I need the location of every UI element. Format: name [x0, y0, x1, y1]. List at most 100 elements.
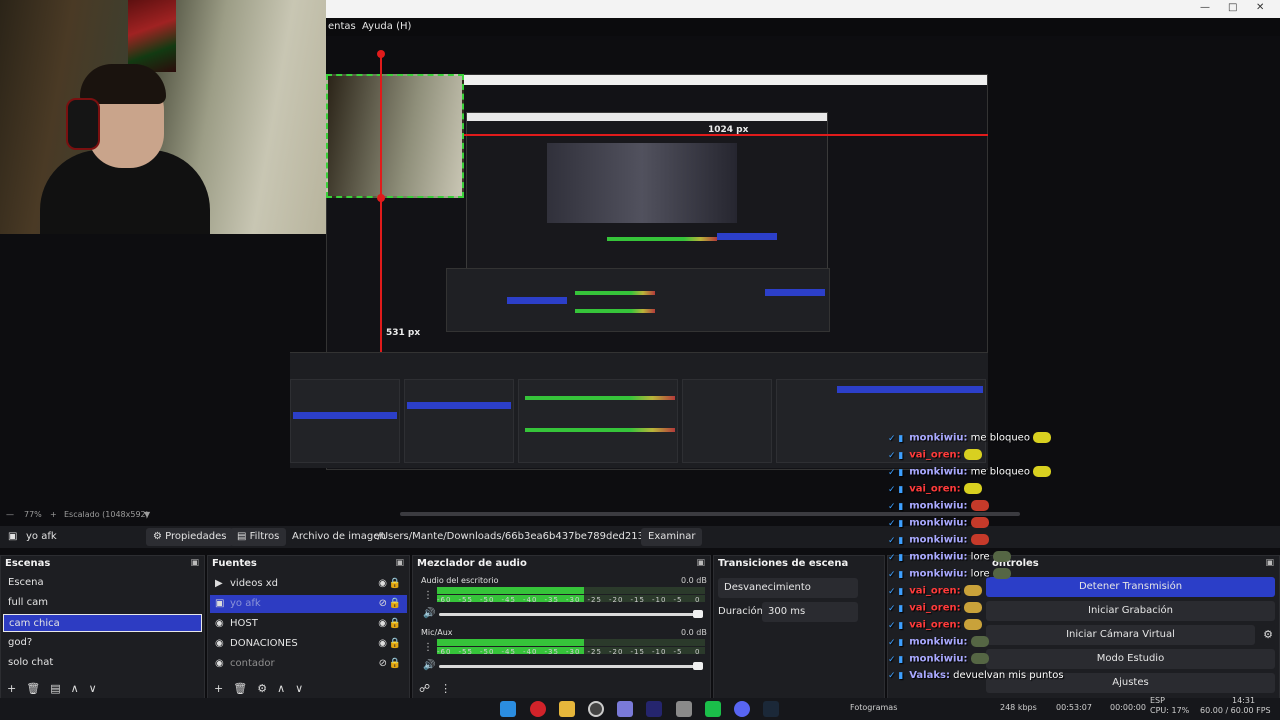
scene-item[interactable]: solo chat: [3, 654, 202, 672]
chat-message: ✓ ▮ vai_oren:: [888, 602, 982, 618]
source-toolbar: ▣ yo afk ⚙ Propiedades ▤ Filtros Archivo…: [0, 526, 1280, 548]
speaker-icon[interactable]: 🔊: [423, 608, 435, 619]
up-arrow-icon[interactable]: ∧: [71, 682, 79, 695]
stream-time: 00:53:07: [1056, 703, 1092, 712]
chat-badge-icon: ✓ ▮: [888, 569, 907, 580]
dock-popout-icon[interactable]: ▣: [1265, 558, 1274, 568]
chat-username: monkiwiu:: [909, 500, 968, 512]
scenes-dock: Escenas ▣ Escena full cam cam chica god?…: [0, 555, 205, 700]
folder-icon[interactable]: [559, 701, 575, 717]
transition-select[interactable]: Desvanecimiento: [718, 578, 858, 598]
source-item-selected[interactable]: ▣ yo afk ⊘ 🔒: [210, 595, 407, 613]
duration-input[interactable]: 300 ms: [762, 602, 858, 622]
chat-username: monkiwiu:: [909, 653, 968, 665]
chat-text: devuelvan mis puntos: [949, 670, 1064, 681]
trash-icon[interactable]: 🗑: [233, 682, 247, 695]
chat-message: ✓ ▮ monkiwiu: me bloqueo: [888, 466, 1051, 482]
scene-item[interactable]: full cam: [3, 594, 202, 612]
chat-username: monkiwiu:: [909, 466, 968, 478]
chat-text: lore: [967, 551, 990, 563]
dock-popout-icon[interactable]: ▣: [696, 558, 705, 568]
chat-badge-icon: ✓ ▮: [888, 654, 907, 665]
webcam-selection-box[interactable]: [326, 74, 464, 198]
meter-tick-label: -10: [652, 648, 667, 656]
down-arrow-icon[interactable]: ∨: [89, 682, 97, 695]
zoom-plus-icon[interactable]: +: [50, 510, 57, 519]
trash-icon[interactable]: 🗑: [26, 682, 40, 695]
clock: 14:31: [1232, 696, 1256, 705]
lock-icon[interactable]: 🔒: [389, 638, 401, 649]
lock-icon[interactable]: 🔒: [389, 658, 401, 669]
premiere-icon[interactable]: [646, 701, 662, 717]
chat-emote-icon: [992, 551, 1011, 562]
chat-badge-icon: ✓ ▮: [888, 586, 907, 597]
chat-message: ✓ ▮ vai_oren:: [888, 585, 982, 601]
gear-icon[interactable]: ⚙: [257, 682, 267, 695]
source-item[interactable]: ◉ DONACIONES ◉ 🔒: [210, 635, 407, 653]
lock-icon[interactable]: 🔒: [389, 598, 401, 609]
eye-hidden-icon[interactable]: ⊘: [379, 658, 387, 669]
channel-menu-icon[interactable]: ⋮: [423, 642, 433, 653]
sources-title: Fuentes: [212, 558, 257, 569]
volume-slider[interactable]: [439, 665, 701, 668]
up-arrow-icon[interactable]: ∧: [277, 682, 285, 695]
app-icon[interactable]: [705, 701, 721, 717]
add-icon[interactable]: +: [214, 682, 223, 695]
source-item[interactable]: ◉ contador ⊘ 🔒: [210, 655, 407, 673]
meter-tick-label: -40: [523, 596, 538, 604]
meter-tick-label: -15: [630, 648, 645, 656]
eye-icon[interactable]: ◉: [378, 618, 387, 629]
language-indicator[interactable]: ESP: [1150, 696, 1165, 705]
source-item[interactable]: ◉ HOST ◉ 🔒: [210, 615, 407, 633]
dock-popout-icon[interactable]: ▣: [190, 558, 199, 568]
nested-button: [837, 386, 983, 393]
gear-icon[interactable]: ⚙: [1263, 628, 1273, 641]
filters-label: Filtros: [249, 531, 280, 542]
scaling-dropdown-icon[interactable]: ▼: [144, 510, 150, 519]
scene-item[interactable]: god?: [3, 634, 202, 652]
chat-message: ✓ ▮ monkiwiu:: [888, 517, 989, 533]
volume-slider-knob[interactable]: [693, 662, 703, 670]
properties-button[interactable]: ⚙ Propiedades: [146, 528, 234, 546]
eye-icon[interactable]: ◉: [378, 578, 387, 589]
discord-icon[interactable]: [734, 701, 750, 717]
scene-item[interactable]: Escena: [3, 574, 202, 592]
meter-tick-label: 0: [695, 596, 701, 604]
chat-emote-icon: [963, 585, 982, 596]
chat-badge-icon: ✓ ▮: [888, 467, 907, 478]
volume-slider-knob[interactable]: [693, 610, 703, 618]
zoom-minus-icon[interactable]: —: [6, 510, 14, 519]
meter-tick-label: -40: [523, 648, 538, 656]
chat-message: ✓ ▮ vai_oren:: [888, 483, 982, 499]
speaker-icon[interactable]: 🔊: [423, 660, 435, 671]
filter-icon[interactable]: ▤: [50, 682, 60, 695]
down-arrow-icon[interactable]: ∨: [295, 682, 303, 695]
windows-start-icon[interactable]: [500, 701, 516, 717]
scenes-toolbar: + 🗑 ▤ ∧ ∨: [7, 682, 107, 695]
source-item[interactable]: ▶ videos xd ◉ 🔒: [210, 575, 407, 593]
add-icon[interactable]: +: [7, 682, 16, 695]
sources-toolbar: + 🗑 ⚙ ∧ ∨: [214, 682, 313, 695]
dock-popout-icon[interactable]: ▣: [395, 558, 404, 568]
lock-icon[interactable]: 🔒: [389, 578, 401, 589]
filters-button[interactable]: ▤ Filtros: [230, 528, 287, 546]
steam-icon[interactable]: [763, 701, 779, 717]
opera-icon[interactable]: [530, 701, 546, 717]
chat-badge-icon: ✓ ▮: [888, 450, 907, 461]
app-icon[interactable]: [617, 701, 633, 717]
browse-button[interactable]: Examinar: [641, 528, 703, 546]
lock-icon[interactable]: 🔒: [389, 618, 401, 629]
chat-badge-icon: ✓ ▮: [888, 620, 907, 631]
scene-item-selected[interactable]: cam chica: [3, 614, 202, 632]
link-icon[interactable]: ☍: [419, 682, 430, 695]
obs-icon[interactable]: [588, 701, 604, 717]
eye-icon[interactable]: ◉: [378, 638, 387, 649]
wall-poster: [128, 0, 176, 72]
image-file-label: Archivo de imagen: [292, 531, 386, 542]
more-icon[interactable]: ⋮: [440, 682, 451, 695]
app-icon[interactable]: [676, 701, 692, 717]
eye-hidden-icon[interactable]: ⊘: [379, 598, 387, 609]
volume-slider[interactable]: [439, 613, 701, 616]
channel-menu-icon[interactable]: ⋮: [423, 590, 433, 601]
chat-username: monkiwiu:: [909, 551, 968, 563]
